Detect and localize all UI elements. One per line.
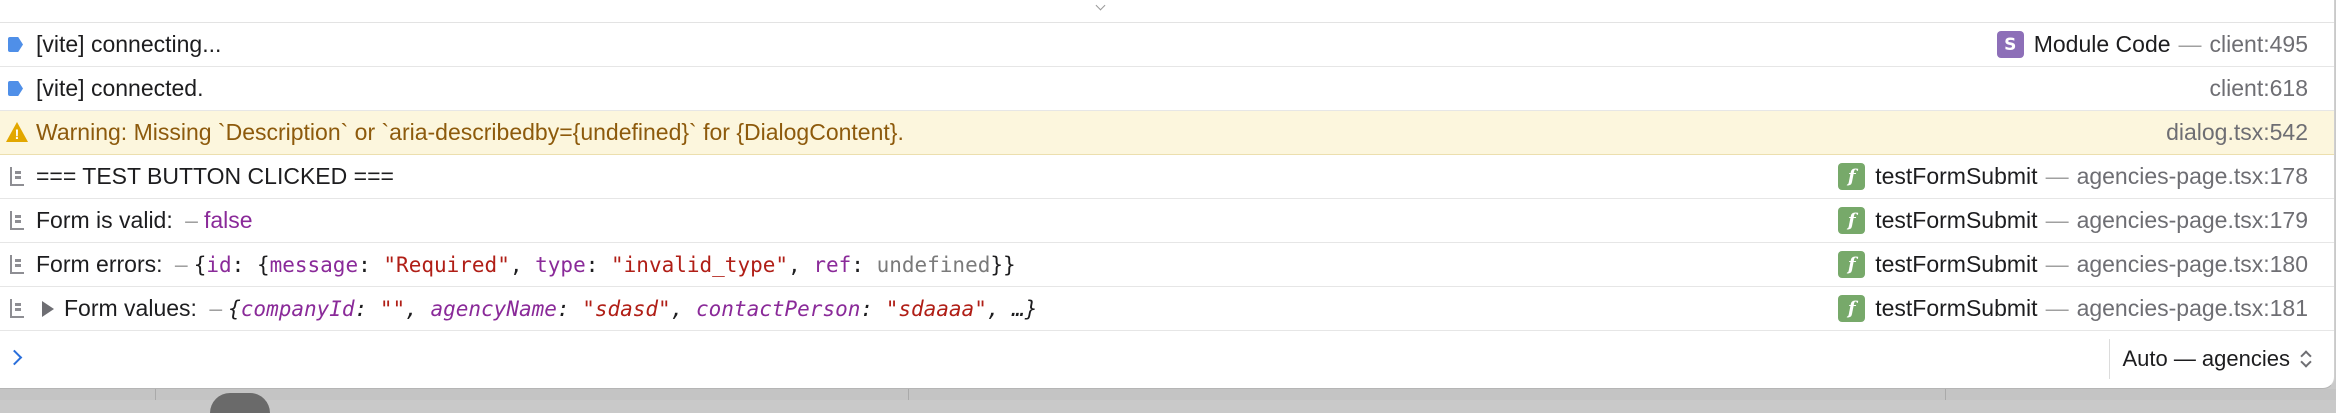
message-label: Form values: (64, 295, 197, 321)
source-location[interactable]: client:618 (2210, 75, 2308, 102)
vite-log-icon (8, 81, 23, 96)
console-panel: [vite] connecting... S Module Code — cli… (0, 0, 2335, 389)
source-location[interactable]: client:495 (2210, 31, 2308, 58)
source-function: Module Code (2033, 31, 2171, 57)
source-link[interactable]: dialog.tsx:542 (2166, 119, 2334, 146)
source-location[interactable]: agencies-page.tsx:179 (2077, 207, 2308, 234)
execution-context-selector[interactable]: Auto — agencies (2109, 339, 2334, 379)
source-function: testFormSubmit (1875, 207, 2038, 233)
module-code-icon: S (1996, 31, 2024, 58)
disclosure-triangle-icon[interactable] (42, 301, 54, 317)
source-location[interactable]: dialog.tsx:542 (2166, 119, 2308, 146)
object-preview[interactable]: {id: {message: "Required", type: "invali… (194, 253, 1016, 277)
background-app (0, 389, 2336, 413)
function-icon: f (1838, 295, 1866, 322)
resize-handle[interactable] (0, 0, 2334, 23)
source-function: testFormSubmit (1875, 251, 2038, 277)
console-group-icon (10, 211, 24, 230)
console-message-row[interactable]: Form errors: – {id: {message: "Required",… (0, 243, 2334, 287)
console-message-row[interactable]: [vite] connected. client:618 (0, 67, 2334, 111)
source-link[interactable]: S Module Code — client:495 (1996, 31, 2334, 58)
source-location[interactable]: agencies-page.tsx:181 (2077, 295, 2308, 322)
function-icon: f (1838, 163, 1866, 190)
message-label: Form is valid: (36, 207, 173, 233)
source-link[interactable]: f testFormSubmit — agencies-page.tsx:178 (1838, 163, 2334, 190)
console-message-text: [vite] connecting... (36, 31, 222, 57)
source-location[interactable]: agencies-page.tsx:178 (2077, 163, 2308, 190)
source-link[interactable]: f testFormSubmit — agencies-page.tsx:181 (1838, 295, 2334, 322)
vite-log-icon (8, 37, 23, 52)
object-preview[interactable]: {companyId: "", agencyName: "sdasd", con… (228, 297, 1037, 321)
console-prompt: Auto — agencies (0, 331, 2334, 387)
console-message-row[interactable]: [vite] connecting... S Module Code — cli… (0, 23, 2334, 67)
function-icon: f (1838, 251, 1866, 278)
console-input[interactable] (36, 339, 2090, 381)
console-group-icon (10, 299, 24, 318)
source-link[interactable]: f testFormSubmit — agencies-page.tsx:180 (1838, 251, 2334, 278)
chevron-down-icon (1095, 0, 1106, 11)
prompt-chevron-icon (6, 349, 23, 366)
execution-context-label: Auto — agencies (2122, 346, 2290, 371)
console-group-icon (10, 255, 24, 274)
console-message-row[interactable]: Form is valid: – false f testFormSubmit —… (0, 199, 2334, 243)
warning-icon: ! (6, 122, 28, 142)
console-message-text: Warning: Missing `Description` or `aria-… (36, 119, 904, 145)
source-location[interactable]: agencies-page.tsx:180 (2077, 251, 2308, 278)
chevron-up-down-icon (2300, 349, 2312, 369)
console-message-text: [vite] connected. (36, 75, 204, 101)
source-link[interactable]: f testFormSubmit — agencies-page.tsx:179 (1838, 207, 2334, 234)
avatar (210, 393, 270, 413)
boolean-value: false (203, 207, 253, 233)
source-function: testFormSubmit (1875, 163, 2038, 189)
console-message-row[interactable]: === TEST BUTTON CLICKED === f testFormSu… (0, 155, 2334, 199)
console-warning-row[interactable]: ! Warning: Missing `Description` or `ari… (0, 111, 2334, 155)
console-message-text: === TEST BUTTON CLICKED === (36, 163, 394, 189)
console-message-row[interactable]: Form values: – {companyId: "", agencyName… (0, 287, 2334, 331)
message-label: Form errors: (36, 251, 163, 277)
source-link[interactable]: client:618 (2210, 75, 2334, 102)
function-icon: f (1838, 207, 1866, 234)
console-group-icon (10, 167, 24, 186)
source-function: testFormSubmit (1875, 295, 2038, 321)
